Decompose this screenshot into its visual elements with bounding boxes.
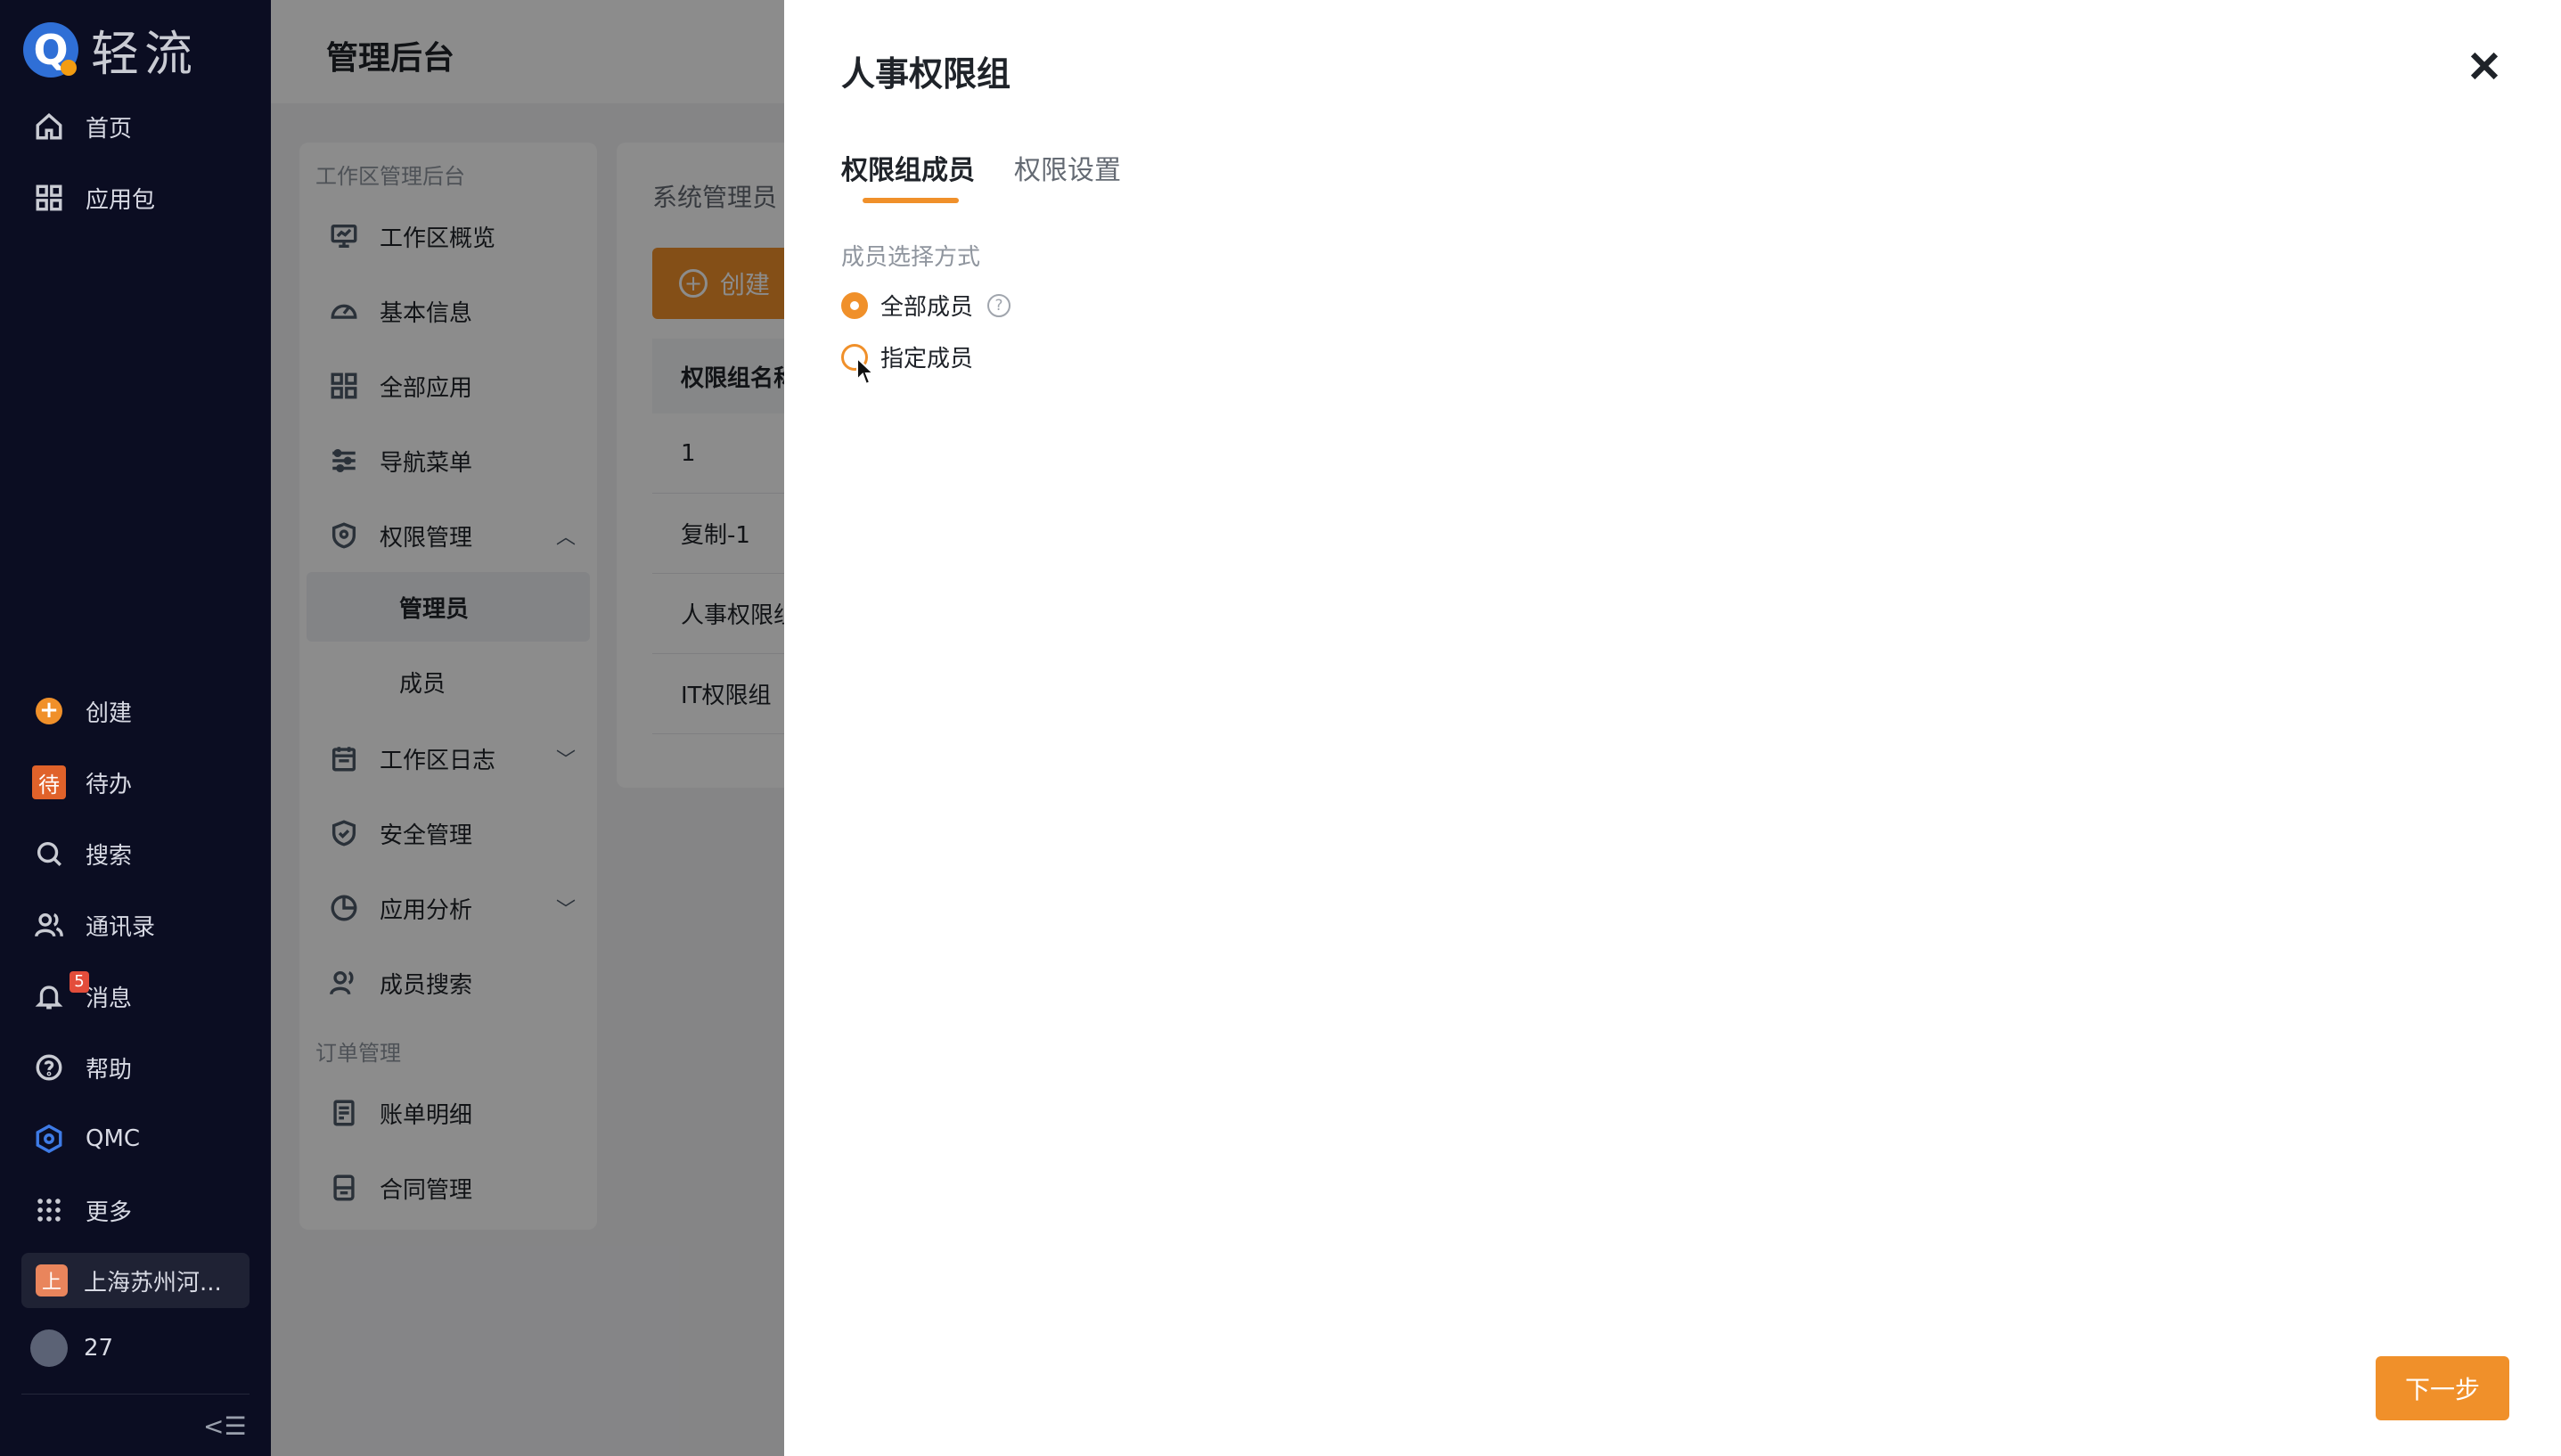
company-name: 上海苏州河... <box>84 1269 222 1296</box>
sidebar-item-help[interactable]: 帮助 <box>32 1048 132 1087</box>
sidebar-item-label: 通讯录 <box>86 913 156 941</box>
radio-label: 指定成员 <box>880 346 974 372</box>
drawer-title: 人事权限组 <box>841 54 1011 94</box>
sidebar-item-search[interactable]: 搜索 <box>32 834 132 873</box>
radio-button[interactable] <box>841 291 868 319</box>
todo-badge-icon: 待 <box>32 765 66 799</box>
radio-all-members[interactable]: 全部成员 ? <box>841 289 1011 322</box>
user-profile[interactable]: 27 <box>30 1329 113 1367</box>
help-icon[interactable]: ? <box>987 293 1011 317</box>
drawer: 人事权限组 权限组成员 权限设置 成员选择方式 全部成员 ? 指定成员 下一步 <box>784 0 2561 1456</box>
sidebar-divider <box>21 1394 250 1395</box>
sidebar-item-label: QMC <box>86 1125 141 1152</box>
sidebar-item-label: 帮助 <box>86 1056 133 1084</box>
sidebar-item-messages[interactable]: 消息 5 <box>32 971 133 1016</box>
sidebar-item-app-packages[interactable]: 应用包 <box>32 178 155 217</box>
sidebar-item-label: 应用包 <box>86 186 156 214</box>
radio-label: 全部成员 <box>880 294 974 321</box>
sidebar-item-label: 搜索 <box>86 842 133 870</box>
app-logo[interactable]: Q 轻流 <box>23 14 198 85</box>
contacts-icon <box>32 908 66 942</box>
sidebar-item-label: 更多 <box>86 1198 133 1226</box>
message-count-badge: 5 <box>70 971 89 993</box>
collapse-icon[interactable]: <☰ <box>203 1411 247 1441</box>
drawer-mask[interactable] <box>271 0 784 1456</box>
home-icon <box>32 110 66 143</box>
member-selection-label: 成员选择方式 <box>841 244 981 271</box>
company-switcher[interactable]: 上 上海苏州河... <box>21 1253 250 1308</box>
company-avatar: 上 <box>36 1264 68 1296</box>
tab-active-indicator <box>863 198 959 203</box>
sidebar-item-home[interactable]: 首页 <box>32 107 132 146</box>
plus-circle-icon: + <box>32 694 66 728</box>
sidebar-item-label: 待办 <box>86 771 133 798</box>
sidebar-item-create[interactable]: + 创建 <box>32 691 132 731</box>
avatar <box>30 1329 68 1367</box>
grid-icon <box>32 181 66 215</box>
help-icon <box>32 1051 66 1084</box>
sidebar-item-label: 消息 <box>86 985 133 1012</box>
sidebar-item-more[interactable]: 更多 <box>32 1190 132 1230</box>
app-sidebar: Q 轻流 首页 应用包 + 创建 待 待办 搜索 通讯录 消息 5 帮助 QMC… <box>0 0 271 1456</box>
logo-mark: Q <box>23 21 78 78</box>
user-name: 27 <box>84 1335 114 1362</box>
logo-text: 轻流 <box>91 26 198 82</box>
search-icon <box>32 837 66 871</box>
sidebar-item-contacts[interactable]: 通讯录 <box>32 905 155 945</box>
tab-permission-settings[interactable]: 权限设置 <box>1014 148 1121 187</box>
sidebar-item-todo[interactable]: 待 待办 <box>32 763 132 802</box>
next-step-button[interactable]: 下一步 <box>2376 1356 2509 1420</box>
qmc-icon <box>32 1122 66 1156</box>
bell-icon <box>32 979 66 1013</box>
sidebar-item-label: 创建 <box>86 699 133 727</box>
sidebar-item-label: 首页 <box>86 115 133 143</box>
apps-icon <box>32 1193 66 1227</box>
sidebar-item-qmc[interactable]: QMC <box>32 1119 140 1158</box>
tab-group-members[interactable]: 权限组成员 <box>841 148 975 187</box>
close-icon[interactable] <box>2465 46 2504 86</box>
mouse-cursor-icon <box>856 356 875 386</box>
